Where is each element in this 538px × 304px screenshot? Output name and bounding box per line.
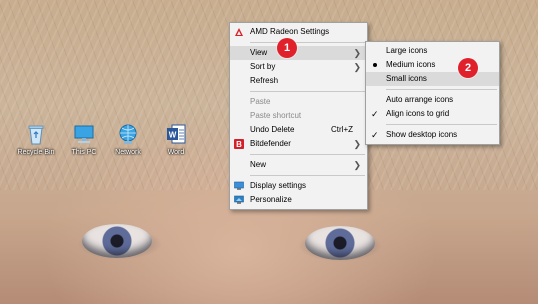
menu-separator (250, 91, 365, 92)
menu-item-new[interactable]: New ❯ (230, 158, 367, 172)
computer-icon (72, 122, 96, 146)
personalize-icon (234, 195, 244, 205)
network-icon (116, 122, 140, 146)
wallpaper-eye-right (305, 226, 375, 260)
menu-item-label: Show desktop icons (386, 130, 458, 139)
menu-item-label: AMD Radeon Settings (250, 27, 330, 36)
desktop-context-menu: AMD Radeon Settings View ❯ Sort by ❯ Ref… (229, 22, 368, 210)
chevron-right-icon: ❯ (353, 160, 361, 170)
menu-item-bitdefender[interactable]: B Bitdefender ❯ (230, 137, 367, 151)
menu-item-label: Sort by (250, 62, 276, 71)
desktop-icon-label: Recycle Bin (17, 149, 55, 156)
view-submenu: Large icons Medium icons Small icons Aut… (365, 41, 500, 145)
chevron-right-icon: ❯ (353, 139, 361, 149)
menu-item-label: Large icons (386, 46, 428, 55)
recycle-bin-icon (24, 122, 48, 146)
menu-item-label: View (250, 48, 268, 57)
desktop-icon-label: Word (167, 149, 185, 156)
menu-item-paste[interactable]: Paste (230, 95, 367, 109)
chevron-right-icon: ❯ (353, 48, 361, 58)
desktop-icon-label: Network (115, 149, 141, 156)
menu-item-label: Display settings (250, 181, 307, 190)
chevron-right-icon: ❯ (353, 62, 361, 72)
submenu-item-align-icons-to-grid[interactable]: ✓ Align icons to grid (366, 107, 499, 121)
menu-item-undo-delete[interactable]: Undo Delete Ctrl+Z (230, 123, 367, 137)
bitdefender-icon: B (234, 139, 244, 149)
desktop-icon-recycle-bin[interactable]: Recycle Bin (14, 122, 58, 156)
menu-item-sort-by[interactable]: Sort by ❯ (230, 60, 367, 74)
menu-item-label: New (250, 160, 267, 169)
submenu-item-large-icons[interactable]: Large icons (366, 44, 499, 58)
menu-item-label: Paste shortcut (250, 111, 302, 120)
menu-item-label: Small icons (386, 74, 427, 83)
desktop-icon-network[interactable]: Network (106, 122, 150, 156)
menu-separator (386, 89, 497, 90)
menu-item-personalize[interactable]: Personalize (230, 193, 367, 207)
svg-text:W: W (169, 131, 177, 140)
menu-separator (386, 124, 497, 125)
check-icon: ✓ (371, 109, 379, 119)
submenu-item-auto-arrange-icons[interactable]: Auto arrange icons (366, 93, 499, 107)
step-badge-2: 2 (458, 58, 478, 78)
menu-item-shortcut: Ctrl+Z (331, 125, 353, 134)
menu-item-label: Personalize (250, 195, 292, 204)
desktop-icon-word[interactable]: W Word (154, 122, 198, 156)
menu-item-label: Paste (250, 97, 271, 106)
menu-item-refresh[interactable]: Refresh (230, 74, 367, 88)
radio-dot-icon (373, 63, 377, 67)
desktop-icon-this-pc[interactable]: This PC (62, 122, 106, 156)
check-icon: ✓ (371, 130, 379, 140)
menu-item-label: Bitdefender (250, 139, 291, 148)
desktop-icon-label: This PC (71, 149, 97, 156)
menu-item-label: Refresh (250, 76, 279, 85)
menu-separator (250, 42, 365, 43)
menu-item-label: Align icons to grid (386, 109, 450, 118)
wallpaper-eye-left (82, 224, 152, 258)
menu-item-label: Undo Delete (250, 125, 295, 134)
submenu-item-medium-icons[interactable]: Medium icons (366, 58, 499, 72)
menu-separator (250, 175, 365, 176)
submenu-item-small-icons[interactable]: Small icons (366, 72, 499, 86)
menu-item-paste-shortcut[interactable]: Paste shortcut (230, 109, 367, 123)
display-icon (234, 181, 244, 191)
word-icon: W (164, 122, 188, 146)
amd-radeon-icon (234, 27, 244, 37)
step-badge-1: 1 (277, 38, 297, 58)
submenu-item-show-desktop-icons[interactable]: ✓ Show desktop icons (366, 128, 499, 142)
menu-item-label: Medium icons (386, 60, 436, 69)
svg-text:B: B (236, 140, 242, 149)
menu-item-amd-radeon-settings[interactable]: AMD Radeon Settings (230, 25, 367, 39)
menu-item-view[interactable]: View ❯ (230, 46, 367, 60)
menu-item-label: Auto arrange icons (386, 95, 454, 104)
menu-item-display-settings[interactable]: Display settings (230, 179, 367, 193)
menu-separator (250, 154, 365, 155)
